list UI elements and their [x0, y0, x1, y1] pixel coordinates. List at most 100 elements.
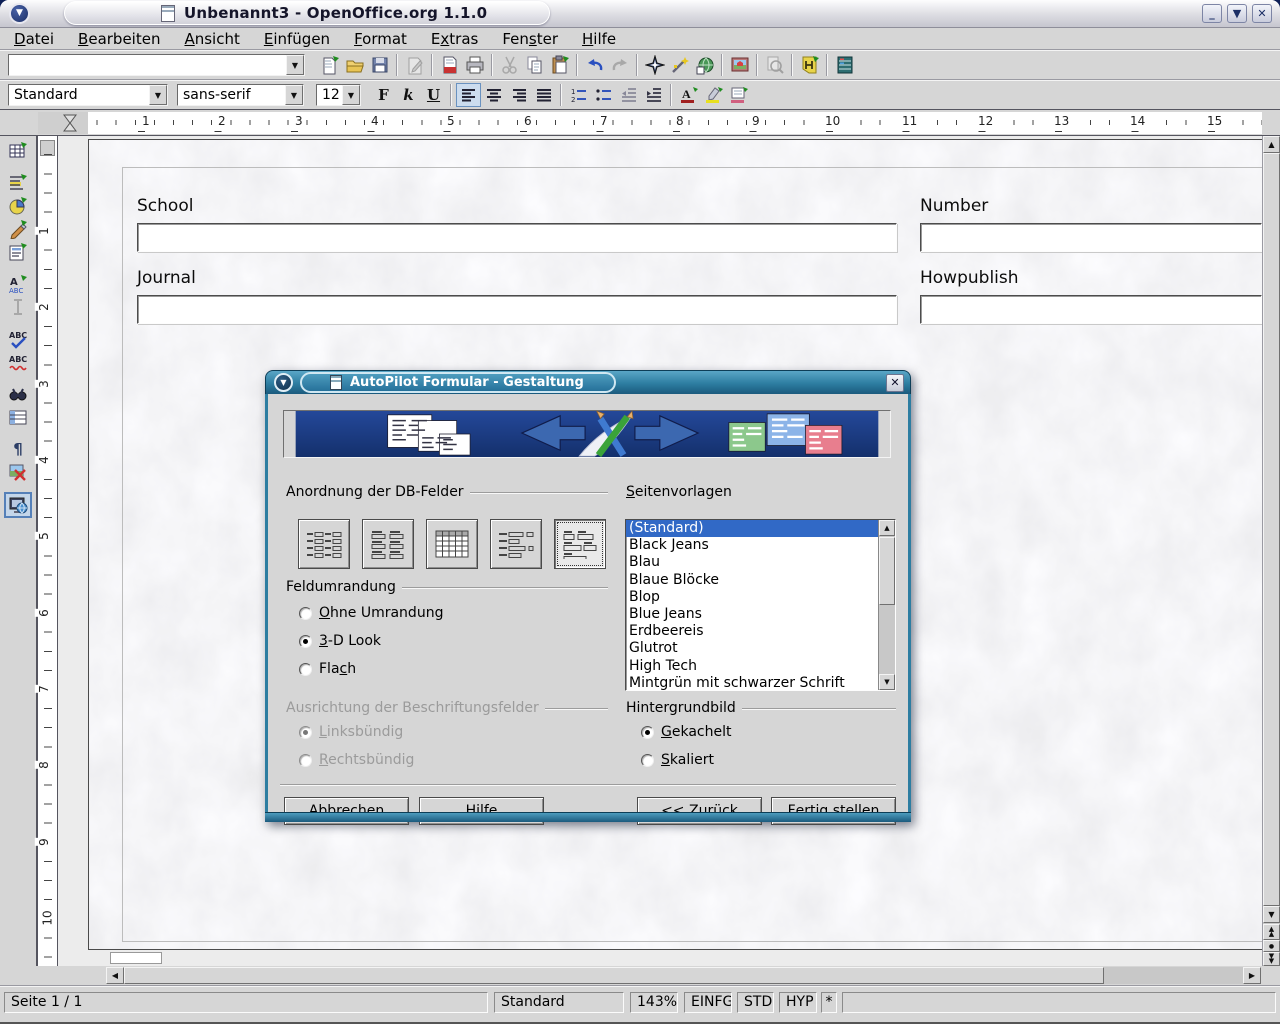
list-item[interactable]: Glutrot — [626, 640, 895, 657]
no-border-radio[interactable] — [299, 607, 312, 620]
radio-row-scaled[interactable]: Skaliert — [641, 753, 714, 767]
list-item[interactable]: Blue Jeans — [626, 606, 895, 623]
font-name-dropdown[interactable]: ▼ — [285, 85, 303, 105]
radio-row-flat[interactable]: Flach — [299, 662, 356, 676]
list-item[interactable]: Mintgrün mit schwarzer Schrift — [626, 675, 895, 691]
find-replace-button[interactable] — [5, 382, 31, 405]
list-item[interactable]: High Tech — [626, 658, 895, 675]
new-document-button[interactable] — [317, 53, 342, 77]
font-size-combobox[interactable]: 12 ▼ — [316, 84, 361, 106]
vertical-ruler[interactable]: 1 2 3 4 5 6 7 8 9 10 — [37, 136, 58, 966]
status-hyperlink-mode[interactable]: HYP — [779, 992, 817, 1013]
increase-indent-button[interactable] — [641, 83, 666, 107]
vertical-scrollbar[interactable]: ▲ ▼ ▲▲ ● ▼▼ — [1262, 136, 1280, 966]
window-titlebar[interactable]: ▼ Unbenannt3 - OpenOffice.org 1.1.0 _ ▼ … — [0, 0, 1280, 28]
horizontal-scrollbar[interactable]: ◀ ▶ — [0, 966, 1280, 986]
font-name-combobox[interactable]: sans-serif ▼ — [177, 84, 304, 106]
menu-extras[interactable]: Extras — [419, 28, 490, 50]
close-button[interactable]: ✕ — [1252, 4, 1272, 23]
copy-button[interactable] — [522, 53, 547, 77]
underline-button[interactable]: U — [421, 83, 446, 107]
bullets-button[interactable] — [591, 83, 616, 107]
cut-button[interactable] — [497, 53, 522, 77]
auto-spellcheck-button[interactable]: ABC — [5, 350, 31, 373]
scroll-right-button[interactable]: ▶ — [1243, 967, 1261, 984]
paste-button[interactable] — [547, 53, 572, 77]
list-item[interactable]: Erdbeereis — [626, 623, 895, 640]
menu-datei[interactable]: Datei — [2, 28, 66, 50]
nonprinting-characters-button[interactable]: ¶ — [5, 437, 31, 460]
draw-functions-button[interactable] — [5, 217, 31, 240]
howpublish-field[interactable] — [920, 295, 1262, 324]
arrangement-option-columns-left[interactable] — [298, 519, 350, 569]
dialog-menu-button[interactable]: ▼ — [274, 373, 293, 392]
font-size-dropdown[interactable]: ▼ — [342, 85, 360, 105]
list-item[interactable]: (Standard) — [626, 520, 895, 537]
url-value[interactable] — [9, 55, 304, 59]
url-combobox[interactable]: ▼ — [8, 54, 305, 76]
arrangement-option-as-table[interactable] — [426, 519, 478, 569]
journal-field[interactable] — [137, 295, 897, 324]
list-scrollbar[interactable]: ▲ ▼ — [878, 520, 895, 690]
3d-look-radio[interactable] — [299, 635, 312, 648]
align-center-button[interactable] — [481, 83, 506, 107]
paragraph-background-button[interactable] — [726, 83, 751, 107]
decrease-indent-button[interactable] — [616, 83, 641, 107]
menu-hilfe[interactable]: Hilfe — [570, 28, 628, 50]
paragraph-style-dropdown[interactable]: ▼ — [149, 85, 167, 105]
font-color-button[interactable]: A — [676, 83, 701, 107]
align-right-button[interactable] — [506, 83, 531, 107]
radio-row-tiled[interactable]: Gekachelt — [641, 725, 731, 739]
flat-radio[interactable] — [299, 663, 312, 676]
status-page-style[interactable]: Standard — [494, 992, 624, 1013]
italic-button[interactable]: k — [396, 83, 421, 107]
export-pdf-button[interactable] — [437, 53, 462, 77]
insert-button[interactable] — [5, 171, 31, 194]
scroll-thumb[interactable] — [1263, 153, 1280, 906]
number-field[interactable] — [920, 223, 1262, 252]
school-field[interactable] — [137, 223, 897, 252]
insert-table-button[interactable] — [5, 139, 31, 162]
autotext-button[interactable]: AABC — [5, 272, 31, 295]
spellcheck-button[interactable]: ABC — [5, 327, 31, 350]
page-styles-listbox[interactable]: (Standard) Black Jeans Blau Blaue Blöcke… — [625, 519, 896, 691]
direct-cursor-button[interactable] — [5, 295, 31, 318]
graphics-onoff-button[interactable] — [5, 460, 31, 483]
scaled-radio[interactable] — [641, 754, 654, 767]
data-sources-button[interactable] — [832, 53, 857, 77]
window-menu-button[interactable]: ▼ — [9, 3, 30, 24]
save-button[interactable] — [367, 53, 392, 77]
status-zoom[interactable]: 143% — [630, 992, 678, 1013]
menu-format[interactable]: Format — [342, 28, 419, 50]
tiled-radio[interactable] — [641, 726, 654, 739]
arrangement-option-blocks[interactable] — [554, 519, 606, 569]
menu-einfuegen[interactable]: Einfügen — [252, 28, 342, 50]
list-item[interactable]: Blau — [626, 554, 895, 571]
scroll-down-button[interactable]: ▼ — [1263, 906, 1280, 923]
data-sources-view-button[interactable] — [5, 405, 31, 428]
undo-button[interactable] — [582, 53, 607, 77]
url-dropdown-button[interactable]: ▼ — [286, 55, 304, 75]
previous-page-button[interactable]: ▲▲ — [1263, 924, 1280, 940]
navigation-dot-button[interactable]: ● — [1263, 940, 1280, 952]
dialog-titlebar[interactable]: ▼ AutoPilot Formular - Gestaltung ✕ — [265, 370, 911, 394]
list-item[interactable]: Blop — [626, 589, 895, 606]
minimize-button[interactable]: _ — [1202, 4, 1222, 23]
paragraph-style-value[interactable]: Standard — [9, 85, 167, 105]
dialog-close-button[interactable]: ✕ — [886, 374, 904, 392]
arrangement-option-labels-top[interactable] — [362, 519, 414, 569]
radio-row-3d-look[interactable]: 3-D Look — [299, 634, 381, 648]
numbering-button[interactable]: 12 — [566, 83, 591, 107]
list-item[interactable]: Black Jeans — [626, 537, 895, 554]
status-insert-mode[interactable]: EINFG — [684, 992, 732, 1013]
zoom-button[interactable] — [762, 53, 787, 77]
stylist-button[interactable] — [667, 53, 692, 77]
hyperlink-button[interactable] — [692, 53, 717, 77]
align-justify-button[interactable] — [531, 83, 556, 107]
list-scroll-up-button[interactable]: ▲ — [879, 520, 895, 536]
document-canvas[interactable]: School Number Journal Howpublish ▼ AutoP… — [58, 136, 1262, 966]
arrangement-option-left-aligned[interactable] — [490, 519, 542, 569]
list-item[interactable]: Blaue Blöcke — [626, 572, 895, 589]
online-layout-button[interactable] — [4, 492, 32, 518]
radio-row-no-border[interactable]: Ohne Umrandung — [299, 606, 443, 620]
